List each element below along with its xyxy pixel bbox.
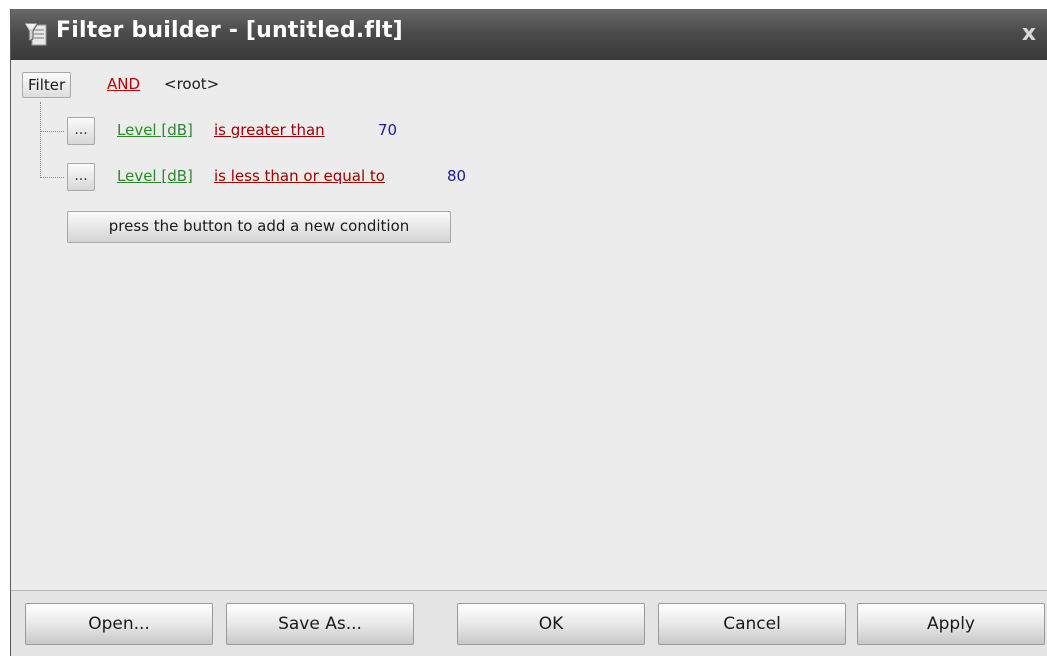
condition-field-link[interactable]: Level [dB] xyxy=(117,167,193,185)
tree-connector xyxy=(40,177,64,178)
filter-tree-area: Filter AND <root> ... Level [dB] is grea… xyxy=(11,60,1047,590)
ok-button[interactable]: OK xyxy=(457,603,645,645)
condition-menu-button[interactable]: ... xyxy=(67,163,95,191)
cancel-button[interactable]: Cancel xyxy=(658,603,846,645)
condition-menu-button[interactable]: ... xyxy=(67,117,95,145)
tree-connector xyxy=(40,131,64,132)
root-label: <root> xyxy=(164,75,220,93)
condition-value[interactable]: 70 xyxy=(378,121,397,139)
condition-operator-link[interactable]: is greater than xyxy=(214,121,325,139)
title-bar[interactable]: Filter builder - [untitled.flt] x xyxy=(11,9,1047,60)
window-title: Filter builder - [untitled.flt] xyxy=(56,18,403,43)
condition-value[interactable]: 80 xyxy=(447,167,466,185)
group-operator-link[interactable]: AND xyxy=(107,75,140,93)
apply-button[interactable]: Apply xyxy=(857,603,1045,645)
open-button[interactable]: Open... xyxy=(25,603,213,645)
filter-button[interactable]: Filter xyxy=(22,72,72,98)
save-as-button[interactable]: Save As... xyxy=(226,603,414,645)
filter-funnel-icon xyxy=(23,22,47,46)
tree-connector xyxy=(40,102,41,178)
condition-field-link[interactable]: Level [dB] xyxy=(117,121,193,139)
condition-operator-link[interactable]: is less than or equal to xyxy=(214,167,385,185)
dialog-footer: Open... Save As... OK Cancel Apply xyxy=(11,590,1047,656)
close-button[interactable]: x xyxy=(1017,21,1041,47)
filter-builder-window: Filter builder - [untitled.flt] x Filter… xyxy=(10,9,1047,656)
add-condition-button[interactable]: press the button to add a new condition xyxy=(67,211,451,243)
